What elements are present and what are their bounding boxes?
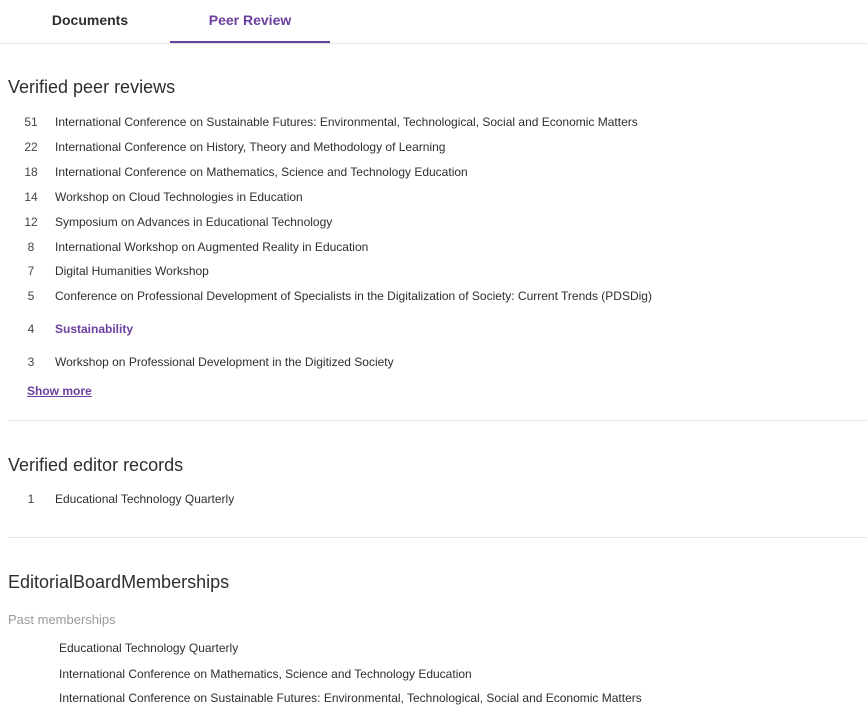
review-count: 22 [24, 140, 38, 154]
review-count: 4 [27, 322, 35, 336]
review-count: 12 [24, 215, 38, 229]
venue-title: Workshop on Professional Development in … [55, 355, 394, 369]
membership-item: Educational Technology Quarterly [59, 641, 239, 655]
journal-title: Educational Technology Quarterly [55, 492, 235, 506]
editor-records-heading: Verified editor records [8, 455, 184, 475]
show-more-link[interactable]: Show more [27, 381, 92, 401]
tab-bar: Documents Peer Review [0, 0, 867, 44]
venue-title: Digital Humanities Workshop [55, 264, 209, 278]
venue-title: Symposium on Advances in Educational Tec… [55, 215, 333, 229]
tab-peer-review[interactable]: Peer Review [170, 0, 330, 43]
membership-item: International Conference on Sustainable … [59, 691, 642, 705]
venue-title: International Conference on History, The… [55, 140, 446, 154]
past-memberships-label: Past memberships [8, 612, 116, 627]
venue-title: International Conference on Sustainable … [55, 115, 638, 129]
review-count: 18 [24, 165, 38, 179]
peer-reviews-heading: Verified peer reviews [8, 77, 176, 97]
venue-link-sustainability[interactable]: Sustainability [55, 319, 133, 339]
venue-title: Workshop on Cloud Technologies in Educat… [55, 190, 303, 204]
review-count: 3 [27, 355, 35, 369]
membership-item: International Conference on Mathematics,… [59, 667, 472, 681]
review-count: 8 [27, 240, 35, 254]
venue-title: International Workshop on Augmented Real… [55, 240, 369, 254]
record-count: 1 [27, 492, 35, 506]
venue-title: International Conference on Mathematics,… [55, 165, 468, 179]
review-count: 14 [24, 190, 38, 204]
tab-documents[interactable]: Documents [10, 0, 170, 42]
review-count: 5 [27, 289, 35, 303]
section-divider [8, 537, 867, 538]
review-count: 7 [27, 264, 35, 278]
section-divider [8, 420, 867, 421]
review-count: 51 [24, 115, 38, 129]
venue-title: Conference on Professional Development o… [55, 289, 652, 303]
editorial-board-heading: EditorialBoardMemberships [8, 572, 230, 592]
